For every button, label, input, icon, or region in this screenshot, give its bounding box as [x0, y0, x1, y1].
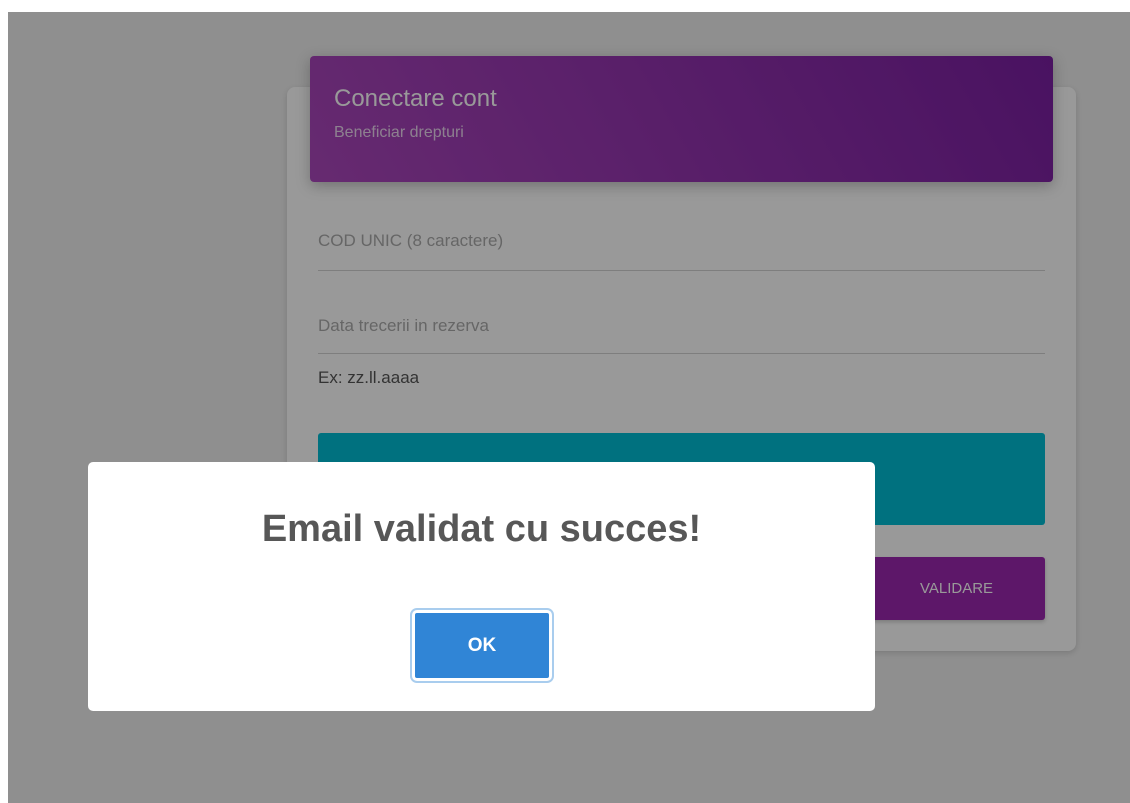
page-viewport: Conectare cont Beneficiar drepturi COD U…: [8, 12, 1130, 803]
success-dialog: Email validat cu succes! OK: [88, 462, 875, 711]
dialog-message: Email validat cu succes!: [261, 508, 702, 550]
ok-button[interactable]: OK: [410, 608, 554, 683]
